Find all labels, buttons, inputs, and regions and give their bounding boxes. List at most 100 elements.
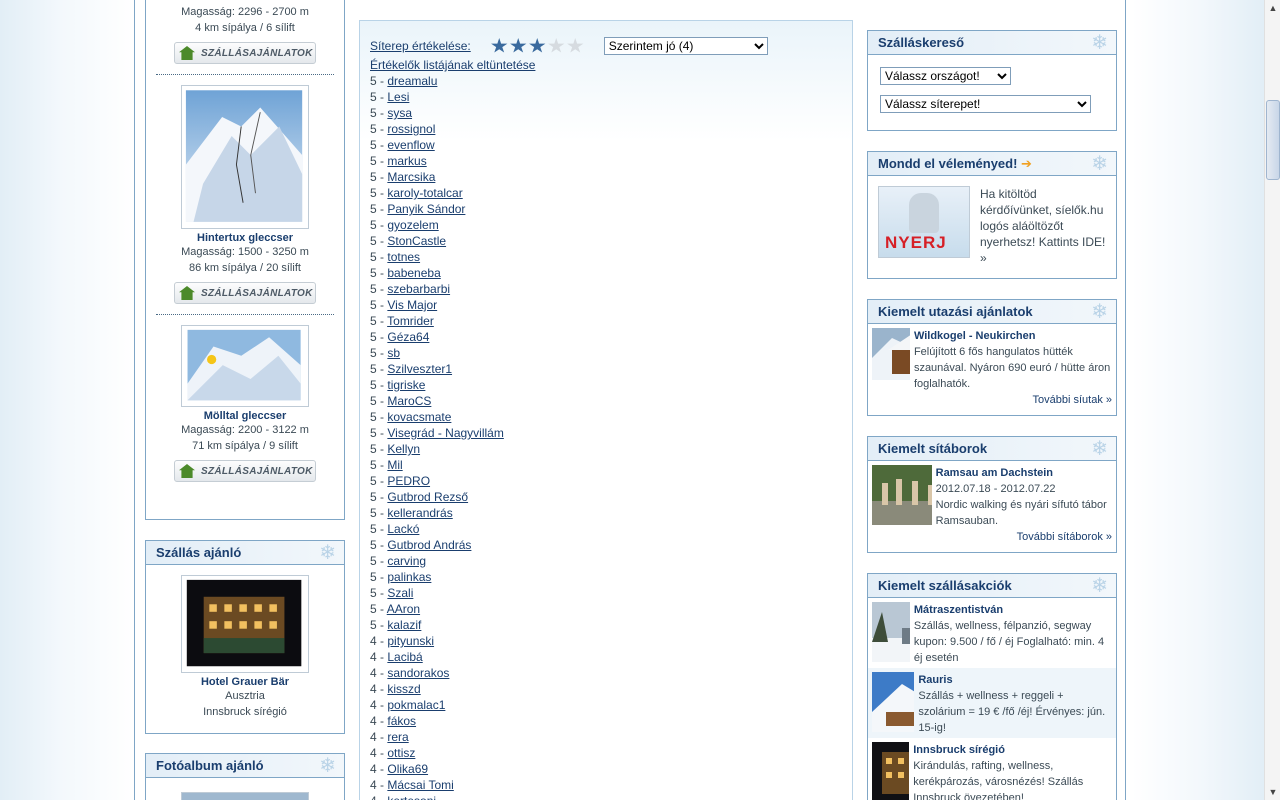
star-empty-icon[interactable]: [567, 38, 584, 53]
rating-select[interactable]: Szerintem jó (4): [603, 37, 768, 55]
rater-name-link[interactable]: Panyik Sándor: [387, 202, 465, 216]
rater-name-link[interactable]: evenflow: [387, 138, 434, 152]
resort-map-image[interactable]: [181, 85, 309, 229]
deal-image[interactable]: [872, 672, 915, 732]
rater-score: 5: [370, 154, 377, 168]
rater-name-link[interactable]: sb: [387, 346, 400, 360]
deal-title[interactable]: Rauris: [918, 674, 952, 686]
feedback-text[interactable]: Ha kitöltöd kérdőívünket, síelők.hu logó…: [980, 186, 1106, 266]
camp-image[interactable]: [872, 465, 932, 525]
rater-name-link[interactable]: Szali: [387, 586, 413, 600]
more-trips-link[interactable]: További síutak »: [868, 392, 1116, 406]
rater-score: 5: [370, 442, 377, 456]
rater-name-link[interactable]: kalazif: [387, 618, 421, 632]
resort-map-image[interactable]: [181, 325, 309, 407]
deal-text: Szállás + wellness + reggeli + szolárium…: [918, 690, 1106, 734]
rater-score: 5: [370, 394, 377, 408]
vertical-scrollbar[interactable]: ▲ ▼: [1264, 0, 1280, 800]
rater-name-link[interactable]: sandorakos: [387, 666, 449, 680]
rater-name-link[interactable]: Géza64: [387, 330, 429, 344]
scrollbar-thumb[interactable]: [1266, 100, 1280, 180]
rater-score: 4: [370, 698, 377, 712]
rater-name-link[interactable]: PEDRO: [387, 474, 430, 488]
more-camps-link[interactable]: További sítáborok »: [868, 529, 1116, 543]
rater-name-link[interactable]: StonCastle: [387, 234, 446, 248]
rater-name-link[interactable]: Kellyn: [387, 442, 420, 456]
scroll-down-arrow-icon[interactable]: ▼: [1265, 784, 1280, 800]
rater-name-link[interactable]: totnes: [387, 250, 420, 264]
rater-name-link[interactable]: Vis Major: [387, 298, 437, 312]
country-select[interactable]: Válassz országot!: [880, 67, 1011, 85]
rater-name-link[interactable]: gyozelem: [387, 218, 438, 232]
rater-item: 5 - dreamalu: [370, 74, 438, 88]
resort-name[interactable]: Hintertux gleccser: [146, 232, 344, 244]
accommodation-offers-button[interactable]: SZÁLLÁSAJÁNLATOK: [174, 282, 316, 304]
rater-name-link[interactable]: tigriske: [387, 378, 425, 392]
rater-item: 5 - Szali: [370, 586, 414, 600]
rater-name-link[interactable]: Gutbrod András: [387, 538, 471, 552]
rater-item: 4 - kisszd: [370, 682, 421, 696]
rater-name-link[interactable]: Lesi: [387, 90, 409, 104]
rater-name-link[interactable]: szebarbarbi: [387, 282, 450, 296]
rater-name-link[interactable]: sysa: [387, 106, 412, 120]
hotel-image[interactable]: [181, 575, 309, 673]
star-icon[interactable]: [510, 38, 527, 53]
rater-name-link[interactable]: karoly-totalcar: [387, 186, 462, 200]
rater-name-link[interactable]: carving: [387, 554, 426, 568]
rater-name-link[interactable]: Szilveszter1: [387, 362, 452, 376]
offer-image[interactable]: [872, 328, 910, 380]
rater-score: 4: [370, 682, 377, 696]
rater-name-link[interactable]: palinkas: [387, 570, 431, 584]
rater-name-link[interactable]: Lacibá: [387, 650, 422, 664]
rater-name-link[interactable]: kertesoni: [387, 794, 436, 800]
deal-image[interactable]: [872, 742, 910, 800]
deal-image[interactable]: [872, 602, 910, 662]
scroll-up-arrow-icon[interactable]: ▲: [1265, 0, 1280, 16]
rater-name-link[interactable]: rossignol: [387, 122, 435, 136]
rater-name-link[interactable]: kellerandrás: [387, 506, 452, 520]
rater-name-link[interactable]: Mácsai Tomi: [387, 778, 453, 792]
star-rating[interactable]: [491, 38, 584, 54]
promo-image[interactable]: NYERJ: [878, 186, 970, 258]
rater-name-link[interactable]: fákos: [387, 714, 416, 728]
box-title: Szállás ajánló ❄: [146, 541, 344, 565]
rater-name-link[interactable]: kisszd: [387, 682, 420, 696]
offer-title[interactable]: Wildkogel - Neukirchen: [914, 330, 1036, 342]
rater-name-link[interactable]: ottisz: [387, 746, 415, 760]
photo-thumbnail[interactable]: [181, 792, 309, 800]
resort-name[interactable]: Mölltal gleccser: [146, 410, 344, 422]
deal-item: Rauris Szállás + wellness + reggeli + szo…: [868, 668, 1116, 738]
camp-title[interactable]: Ramsau am Dachstein: [936, 467, 1053, 479]
rater-name-link[interactable]: babeneba: [387, 266, 440, 280]
rating-label-link[interactable]: Síterep értékelése:: [370, 39, 471, 53]
accommodation-offers-button[interactable]: SZÁLLÁSAJÁNLATOK: [174, 460, 316, 482]
rater-name-link[interactable]: AAron: [387, 602, 420, 616]
resort-select[interactable]: Válassz síterepet!: [880, 95, 1091, 113]
rater-score: 5: [370, 602, 377, 616]
rater-name-link[interactable]: pityunski: [387, 634, 434, 648]
deal-title[interactable]: Innsbruck sírégió: [913, 744, 1005, 756]
rater-name-link[interactable]: Mil: [387, 458, 402, 472]
accommodation-offers-button[interactable]: SZÁLLÁSAJÁNLATOK: [174, 42, 316, 64]
deal-item: Innsbruck sírégió Kirándulás, rafting, we…: [868, 738, 1116, 800]
star-empty-icon[interactable]: [548, 38, 565, 53]
rater-name-link[interactable]: pokmalac1: [387, 698, 445, 712]
rater-name-link[interactable]: Tomrider: [387, 314, 434, 328]
rater-name-link[interactable]: Gutbrod Rezső: [387, 490, 468, 504]
rater-name-link[interactable]: kovacsmate: [387, 410, 451, 424]
hotel-name[interactable]: Hotel Grauer Bär: [146, 676, 344, 688]
rater-item: 5 - Géza64: [370, 330, 430, 344]
rater-name-link[interactable]: MaroCS: [387, 394, 431, 408]
deal-title[interactable]: Mátraszentistván: [914, 604, 1003, 616]
rater-name-link[interactable]: Visegrád - Nagyvillám: [387, 426, 504, 440]
rater-name-link[interactable]: Olika69: [387, 762, 428, 776]
rater-name-link[interactable]: markus: [387, 154, 426, 168]
hide-raters-link[interactable]: Értékelők listájának eltüntetése: [370, 57, 535, 73]
star-icon[interactable]: [529, 38, 546, 53]
rater-name-link[interactable]: rera: [387, 730, 408, 744]
rater-name-link[interactable]: dreamalu: [387, 74, 437, 88]
star-icon[interactable]: [491, 38, 508, 53]
rater-name-link[interactable]: Lackó: [387, 522, 419, 536]
snowflake-icon: ❄: [1091, 575, 1108, 597]
rater-name-link[interactable]: Marcsika: [387, 170, 435, 184]
